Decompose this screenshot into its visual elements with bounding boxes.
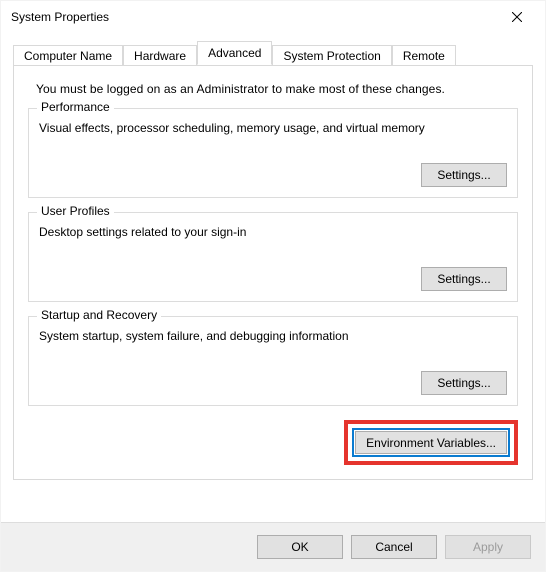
user-profiles-settings-button[interactable]: Settings... [421,267,507,291]
group-user-profiles-desc: Desktop settings related to your sign-in [39,225,507,239]
tab-system-protection[interactable]: System Protection [272,45,391,66]
group-startup-recovery-desc: System startup, system failure, and debu… [39,329,507,343]
group-user-profiles: User Profiles Desktop settings related t… [28,212,518,302]
close-icon [512,12,522,22]
tab-advanced[interactable]: Advanced [197,41,272,65]
cancel-button[interactable]: Cancel [351,535,437,559]
ok-button[interactable]: OK [257,535,343,559]
tab-remote[interactable]: Remote [392,45,456,66]
dialog-body: Computer Name Hardware Advanced System P… [1,33,545,492]
window-title: System Properties [11,10,109,24]
startup-recovery-settings-button[interactable]: Settings... [421,371,507,395]
admin-notice: You must be logged on as an Administrato… [36,82,518,96]
group-startup-recovery-legend: Startup and Recovery [37,308,161,322]
title-bar: System Properties [1,1,545,33]
apply-button[interactable]: Apply [445,535,531,559]
tab-computer-name[interactable]: Computer Name [13,45,123,66]
performance-settings-button[interactable]: Settings... [421,163,507,187]
focus-ring: Environment Variables... [352,428,510,457]
environment-variables-button[interactable]: Environment Variables... [355,431,507,454]
group-user-profiles-legend: User Profiles [37,204,114,218]
tab-panel-advanced: You must be logged on as an Administrato… [13,65,533,480]
close-button[interactable] [495,2,539,32]
group-performance-desc: Visual effects, processor scheduling, me… [39,121,507,135]
tab-strip: Computer Name Hardware Advanced System P… [13,41,533,65]
env-vars-row: Environment Variables... [28,420,518,465]
group-startup-recovery: Startup and Recovery System startup, sys… [28,316,518,406]
highlight-box: Environment Variables... [344,420,518,465]
tab-hardware[interactable]: Hardware [123,45,197,66]
group-performance: Performance Visual effects, processor sc… [28,108,518,198]
dialog-footer: OK Cancel Apply [1,522,545,571]
group-performance-legend: Performance [37,100,114,114]
